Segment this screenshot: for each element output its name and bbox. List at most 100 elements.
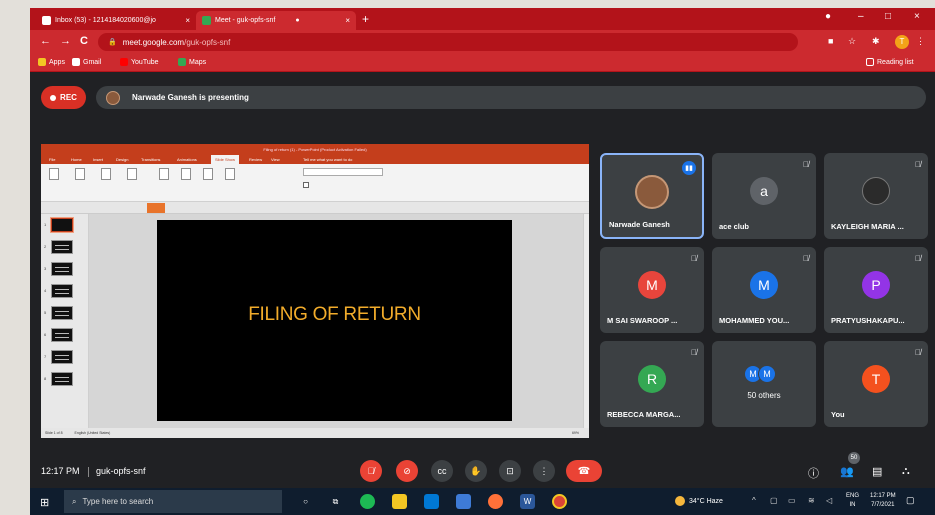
camera-toggle-button[interactable]: ⊘	[396, 460, 418, 482]
language-indicator[interactable]: ENG IN	[846, 492, 859, 510]
volume-icon[interactable]: ◁	[826, 496, 832, 505]
camera-in-use-icon[interactable]: ■	[828, 36, 833, 46]
participant-avatar: R	[638, 365, 666, 393]
ribbon-setup-icon	[159, 168, 169, 180]
windows-start-icon[interactable]: ⊞	[40, 496, 49, 509]
ribbon-from-beginning-icon	[49, 168, 59, 180]
captions-button[interactable]: cc	[431, 460, 453, 482]
current-slide: FILING OF RETURN	[157, 220, 512, 421]
taskbar-search-input[interactable]: ⌕ Type here to search	[64, 490, 282, 513]
mic-off-icon: 🎙̸	[803, 254, 809, 263]
gmail-icon	[42, 16, 51, 25]
battery-icon[interactable]: ▭	[788, 496, 796, 505]
reading-list-button[interactable]: Reading list	[866, 58, 914, 66]
bookmarks-bar: Apps Gmail YouTube Maps Reading list	[30, 54, 935, 72]
weather-sun-icon	[675, 496, 685, 506]
tab-title: Meet - guk-opfs-snf	[215, 17, 276, 24]
ribbon-presenter-view-checkbox	[303, 182, 309, 188]
tray-app-icon[interactable]: ▢	[770, 496, 778, 505]
chat-icon[interactable]: ▤	[872, 465, 882, 478]
bookmark-youtube[interactable]: YouTube	[120, 58, 159, 66]
file-explorer-icon[interactable]	[392, 494, 407, 509]
youtube-icon	[120, 58, 128, 66]
participant-avatar: P	[862, 271, 890, 299]
participant-tile[interactable]: M 🎙̸ M SAI SWAROOP ...	[600, 247, 704, 333]
browser-menu-icon[interactable]: ⋮	[916, 36, 925, 47]
others-tile[interactable]: M M 50 others	[712, 341, 816, 427]
participant-tile[interactable]: ▮▮ Narwade Ganesh	[600, 153, 704, 239]
mic-off-icon: 🎙̸	[691, 254, 697, 263]
others-label: 50 others	[747, 391, 781, 400]
slide-thumbnail	[51, 284, 73, 298]
weather-widget[interactable]: 34°C Haze	[675, 496, 723, 506]
slide-thumbnail	[51, 240, 73, 254]
powerpoint-menu: File Home Insert Design Transitions Anim…	[41, 155, 589, 164]
store-icon[interactable]	[424, 494, 439, 509]
forward-button[interactable]: →	[60, 35, 71, 47]
reading-list-icon	[866, 58, 874, 66]
participant-tile[interactable]: R 🎙̸ REBECCA MARGA...	[600, 341, 704, 427]
bookmark-star-icon[interactable]: ☆	[848, 36, 856, 47]
url-input[interactable]: 🔒 meet.google.com /guk-opfs-snf	[98, 33, 798, 51]
bookmark-maps[interactable]: Maps	[178, 58, 206, 66]
close-window-button[interactable]: ×	[914, 11, 920, 22]
more-options-button[interactable]: ⋮	[533, 460, 555, 482]
browser-tab-strip: Inbox (53) - 1214184020600@jo × Meet - g…	[30, 8, 935, 30]
slide-scrollbar	[583, 214, 589, 428]
notifications-icon[interactable]: ▢	[906, 495, 915, 506]
cortana-icon[interactable]: ○	[298, 494, 313, 509]
recording-badge[interactable]: REC	[41, 86, 86, 109]
search-icon: ⌕	[72, 496, 77, 506]
activities-icon[interactable]: ⛬	[902, 465, 910, 478]
new-tab-button[interactable]: +	[362, 12, 369, 26]
end-call-button[interactable]: ☎	[566, 460, 602, 482]
self-tile[interactable]: T 🎙̸ You	[824, 341, 928, 427]
participant-avatar: M	[638, 271, 666, 299]
mic-off-icon: 🎙̸	[915, 254, 921, 263]
shared-screen: Filing of return (1) - PowerPoint (Produ…	[41, 144, 589, 438]
participant-avatar	[635, 175, 669, 209]
account-circle-icon[interactable]: ●	[825, 11, 831, 22]
participant-count-badge: 50	[848, 452, 860, 464]
tab-close-icon[interactable]: ×	[339, 16, 350, 25]
show-hidden-icons-icon[interactable]: ^	[752, 496, 756, 505]
mic-off-icon: 🎙̸	[367, 466, 375, 476]
word-icon[interactable]: W	[520, 494, 535, 509]
spotify-icon[interactable]	[360, 494, 375, 509]
tab-gmail-inbox[interactable]: Inbox (53) - 1214184020600@jo ×	[36, 11, 196, 30]
raise-hand-button[interactable]: ✋	[465, 460, 487, 482]
profile-avatar[interactable]: T	[895, 35, 909, 49]
mic-off-icon: 🎙̸	[915, 160, 921, 169]
participant-tile[interactable]: P 🎙̸ PRATYUSHAKAPU...	[824, 247, 928, 333]
mic-toggle-button[interactable]: 🎙̸	[360, 460, 382, 482]
presenter-avatar	[106, 90, 120, 105]
maximize-button[interactable]: □	[885, 11, 891, 22]
qat-active-icon	[147, 203, 165, 213]
slide-thumbnail	[51, 306, 73, 320]
reload-button[interactable]: C	[80, 35, 88, 47]
participant-tile[interactable]: M 🎙̸ MOHAMMED YOU...	[712, 247, 816, 333]
people-icon[interactable]: 👥	[840, 465, 854, 478]
ribbon-custom-show-icon	[127, 168, 137, 180]
task-view-icon[interactable]: ⧉	[328, 494, 343, 509]
bookmark-apps[interactable]: Apps	[38, 58, 65, 66]
firefox-icon[interactable]	[488, 494, 503, 509]
chrome-icon[interactable]	[552, 494, 567, 509]
extensions-icon[interactable]: ✱	[872, 36, 880, 47]
bookmark-gmail[interactable]: Gmail	[72, 58, 101, 66]
meeting-info-icon[interactable]: ⓘ	[808, 465, 819, 481]
present-button[interactable]: ⊡	[499, 460, 521, 482]
participant-tile[interactable]: 🎙̸ KAYLEIGH MARIA ...	[824, 153, 928, 239]
back-button[interactable]: ←	[40, 35, 51, 47]
system-clock[interactable]: 12:17 PM 7/7/2021	[870, 492, 896, 510]
record-dot-icon	[50, 94, 57, 101]
mic-off-icon: 🎙̸	[915, 348, 921, 357]
minimize-button[interactable]: –	[858, 11, 864, 22]
tab-close-icon[interactable]: ×	[179, 16, 190, 25]
wifi-icon[interactable]: ≋	[808, 496, 815, 505]
tab-google-meet[interactable]: Meet - guk-opfs-snf ● ×	[196, 11, 356, 30]
url-host: meet.google.com	[122, 37, 185, 47]
participant-tile[interactable]: a 🎙̸ ace club	[712, 153, 816, 239]
captions-icon: cc	[437, 466, 447, 476]
mail-icon[interactable]	[456, 494, 471, 509]
